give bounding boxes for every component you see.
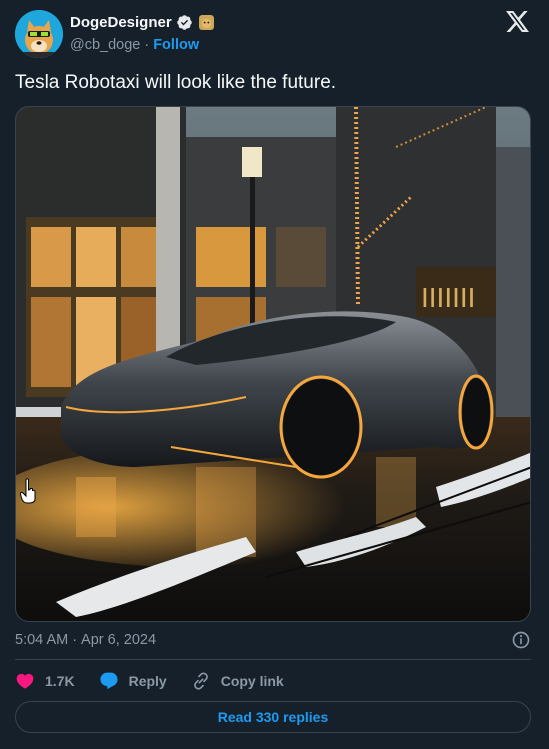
divider (15, 659, 531, 660)
author-handle-row: @cb_doge · Follow (70, 37, 199, 53)
author-name[interactable]: DogeDesigner (70, 14, 172, 31)
handle-separator: · (144, 37, 150, 53)
follow-link[interactable]: Follow (153, 37, 199, 53)
like-button[interactable]: 1.7K (15, 671, 75, 691)
read-replies-button[interactable]: Read 330 replies (15, 701, 531, 733)
avatar-doge-image (15, 10, 63, 58)
tweet-time[interactable]: 5:04 AM (15, 632, 68, 648)
reply-button[interactable]: Reply (99, 671, 167, 691)
timestamp-row: 5:04 AM · Apr 6, 2024 (15, 632, 156, 648)
read-replies-label: Read 330 replies (217, 709, 329, 725)
reply-label: Reply (128, 673, 167, 689)
like-count: 1.7K (45, 673, 75, 689)
copy-link-button[interactable]: Copy link (191, 671, 284, 691)
robotaxi-photo: IIIIIII (16, 107, 530, 621)
copy-link-label: Copy link (220, 673, 284, 689)
timestamp-separator: · (72, 632, 78, 648)
x-logo-icon[interactable] (506, 11, 529, 32)
heart-icon (16, 673, 34, 689)
author-name-row: DogeDesigner (70, 14, 214, 31)
info-icon[interactable] (511, 630, 531, 650)
action-bar: 1.7K Reply Copy link (15, 670, 308, 692)
link-icon (193, 672, 208, 690)
affiliate-badge-icon[interactable] (198, 15, 214, 30)
author-avatar[interactable] (15, 10, 63, 58)
reply-bubble-icon (100, 672, 118, 690)
author-handle[interactable]: @cb_doge (70, 37, 140, 53)
svg-text:IIIIIII: IIIIIII (421, 282, 475, 313)
verified-badge-icon (176, 15, 192, 30)
tweet-embed-card: DogeDesigner @cb_doge · Follow Tesla Rob… (0, 0, 549, 749)
tweet-media-image[interactable]: IIIIIII (15, 106, 531, 622)
tweet-text: Tesla Robotaxi will look like the future… (15, 72, 337, 93)
tweet-date[interactable]: Apr 6, 2024 (81, 632, 156, 648)
